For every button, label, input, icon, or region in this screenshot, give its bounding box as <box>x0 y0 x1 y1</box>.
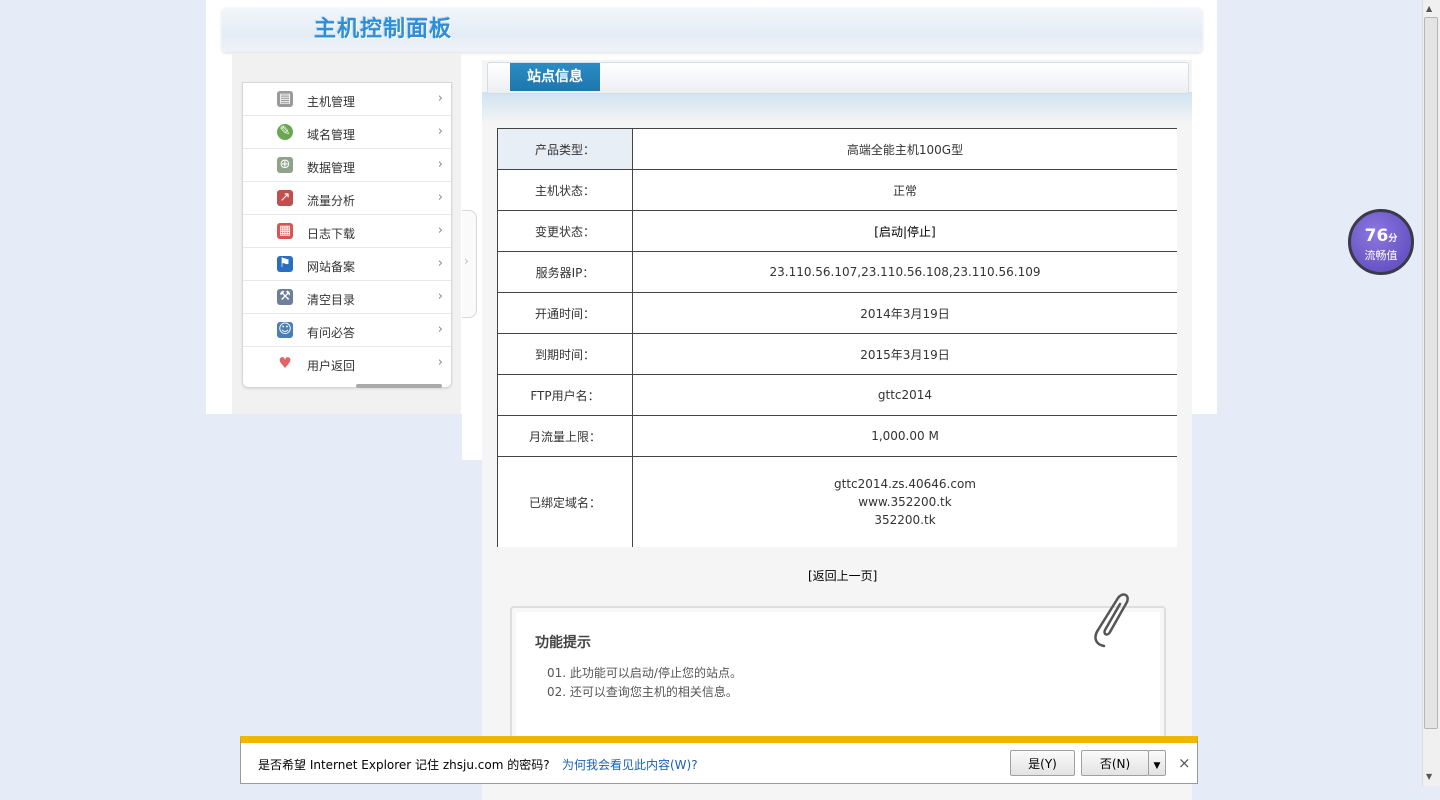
chevron-down-icon: ▼ <box>1153 761 1161 771</box>
scroll-down-icon[interactable]: ▼ <box>1426 772 1432 781</box>
row-value: 2014年3月19日 <box>632 292 1177 334</box>
table-row: 月流量上限： 1,000.00 M <box>497 415 1177 457</box>
user-support-icon: ☺ <box>277 322 293 338</box>
no-button[interactable]: 否(N) <box>1081 750 1149 776</box>
sidebar-item-label: 有问必答 <box>307 326 356 340</box>
chevron-right-icon: › <box>437 322 443 337</box>
chevron-right-icon: › <box>437 223 443 238</box>
yes-button[interactable]: 是(Y) <box>1010 750 1075 776</box>
row-label: 服务器IP： <box>497 251 633 293</box>
table-row: 变更状态： [启动|停止] <box>497 210 1177 252</box>
table-row: 已绑定域名： gttc2014.zs.40646.com www.352200.… <box>497 456 1177 547</box>
tab-site-info[interactable]: 站点信息 <box>510 63 600 91</box>
tip-item: 02. 还可以查询您主机的相关信息。 <box>547 685 738 699</box>
sidebar-item-traffic-analysis[interactable]: ↗ 流量分析 › <box>243 182 451 215</box>
row-value: 2015年3月19日 <box>632 333 1177 375</box>
sidebar-item-faq[interactable]: ☺ 有问必答 › <box>243 314 451 347</box>
sidebar-item-domain-management[interactable]: ✎ 域名管理 › <box>243 116 451 149</box>
calendar-icon: ▦ <box>277 223 293 239</box>
page-title: 主机控制面板 <box>314 17 453 42</box>
row-label: 月流量上限： <box>497 415 633 457</box>
sidebar-item-label: 数据管理 <box>307 161 356 175</box>
sidebar-item-log-download[interactable]: ▦ 日志下载 › <box>243 215 451 248</box>
sidebar-item-label: 域名管理 <box>307 128 356 142</box>
sidebar-item-label: 主机管理 <box>307 95 356 109</box>
table-row: 主机状态： 正常 <box>497 169 1177 211</box>
row-value: 高端全能主机100G型 <box>632 128 1177 170</box>
domain-value: 352200.tk <box>874 513 936 527</box>
row-value: gttc2014 <box>632 374 1177 416</box>
chevron-right-icon: › <box>437 157 443 172</box>
sidebar-scrollbar[interactable] <box>356 384 442 388</box>
table-row: FTP用户名： gttc2014 <box>497 374 1177 416</box>
chevron-right-icon: › <box>437 289 443 304</box>
sidebar-item-label: 清空目录 <box>307 293 356 307</box>
speed-label: 流畅值 <box>1364 249 1398 262</box>
table-row: 到期时间： 2015年3月19日 <box>497 333 1177 375</box>
chevron-right-icon: › <box>437 256 443 271</box>
tips-title: 功能提示 <box>535 635 591 651</box>
sidebar-item-label: 用户返回 <box>307 359 356 373</box>
speed-score: 76分 <box>1351 226 1411 246</box>
sidebar-item-site-filing[interactable]: ⚑ 网站备案 › <box>243 248 451 281</box>
speed-score-value: 76 <box>1364 226 1389 246</box>
why-link[interactable]: 为何我会看见此内容(W)? <box>562 756 698 773</box>
row-value: [启动|停止] <box>632 210 1177 252</box>
domain-value: gttc2014.zs.40646.com <box>834 477 976 491</box>
scrollbar-thumb[interactable] <box>1424 17 1438 729</box>
speed-score-unit: 分 <box>1388 234 1398 244</box>
sidebar-menu: ▤ 主机管理 › ✎ 域名管理 › ⊕ 数据管理 › ↗ 流量分析 › ▦ 日志… <box>242 82 452 388</box>
start-stop-link[interactable]: [启动|停止] <box>874 225 935 239</box>
chevron-right-icon: › <box>437 355 443 370</box>
row-label: 产品类型： <box>497 128 633 170</box>
row-value: 23.110.56.107,23.110.56.108,23.110.56.10… <box>632 251 1177 293</box>
row-value: 正常 <box>632 169 1177 211</box>
row-label: 已绑定域名： <box>497 456 633 547</box>
table-row: 开通时间： 2014年3月19日 <box>497 292 1177 334</box>
sidebar-item-label: 网站备案 <box>307 260 356 274</box>
speed-widget[interactable]: 76分 流畅值 <box>1348 209 1414 275</box>
chart-icon: ↗ <box>277 190 293 206</box>
sidebar-item-host-management[interactable]: ▤ 主机管理 › <box>243 83 451 116</box>
flag-icon: ⚑ <box>277 256 293 272</box>
chevron-right-icon: › <box>437 124 443 139</box>
tabbar-glow <box>482 92 1192 124</box>
wrench-icon: ⚒ <box>277 289 293 305</box>
no-dropdown-button[interactable]: ▼ <box>1148 750 1166 776</box>
site-info-table: 产品类型： 高端全能主机100G型 主机状态： 正常 变更状态： [启动|停止]… <box>497 128 1177 547</box>
row-label: 变更状态： <box>497 210 633 252</box>
back-link[interactable]: [返回上一页] <box>808 567 877 584</box>
row-label: FTP用户名： <box>497 374 633 416</box>
tip-item: 01. 此功能可以启动/停止您的站点。 <box>547 666 742 680</box>
paperclip-icon <box>1094 593 1129 648</box>
row-value: 1,000.00 M <box>632 415 1177 457</box>
table-row: 服务器IP： 23.110.56.107,23.110.56.108,23.11… <box>497 251 1177 293</box>
chevron-right-icon: › <box>437 91 443 106</box>
row-label: 开通时间： <box>497 292 633 334</box>
sidebar-item-label: 流量分析 <box>307 194 356 208</box>
sidebar-item-label: 日志下载 <box>307 227 356 241</box>
heart-icon: ♥ <box>278 354 292 372</box>
password-prompt-text: 是否希望 Internet Explorer 记住 zhsju.com 的密码? <box>258 758 550 772</box>
sidebar-item-data-management[interactable]: ⊕ 数据管理 › <box>243 149 451 182</box>
table-row: 产品类型： 高端全能主机100G型 <box>497 128 1177 170</box>
scroll-up-icon[interactable]: ▲ <box>1426 4 1432 13</box>
domain-value: www.352200.tk <box>858 495 952 509</box>
database-icon: ⊕ <box>277 157 293 173</box>
row-label: 到期时间： <box>497 333 633 375</box>
close-icon[interactable]: × <box>1178 754 1191 772</box>
chevron-right-icon: › <box>437 190 443 205</box>
sidebar-item-user-return[interactable]: ♥ 用户返回 › <box>243 347 451 379</box>
globe-icon: ✎ <box>277 124 293 140</box>
chevron-right-icon: › <box>464 254 469 268</box>
row-label: 主机状态： <box>497 169 633 211</box>
header-banner: 主机控制面板 <box>222 8 1202 52</box>
sidebar-item-clear-directory[interactable]: ⚒ 清空目录 › <box>243 281 451 314</box>
server-icon: ▤ <box>277 91 293 107</box>
row-value: gttc2014.zs.40646.com www.352200.tk 3522… <box>632 456 1177 547</box>
